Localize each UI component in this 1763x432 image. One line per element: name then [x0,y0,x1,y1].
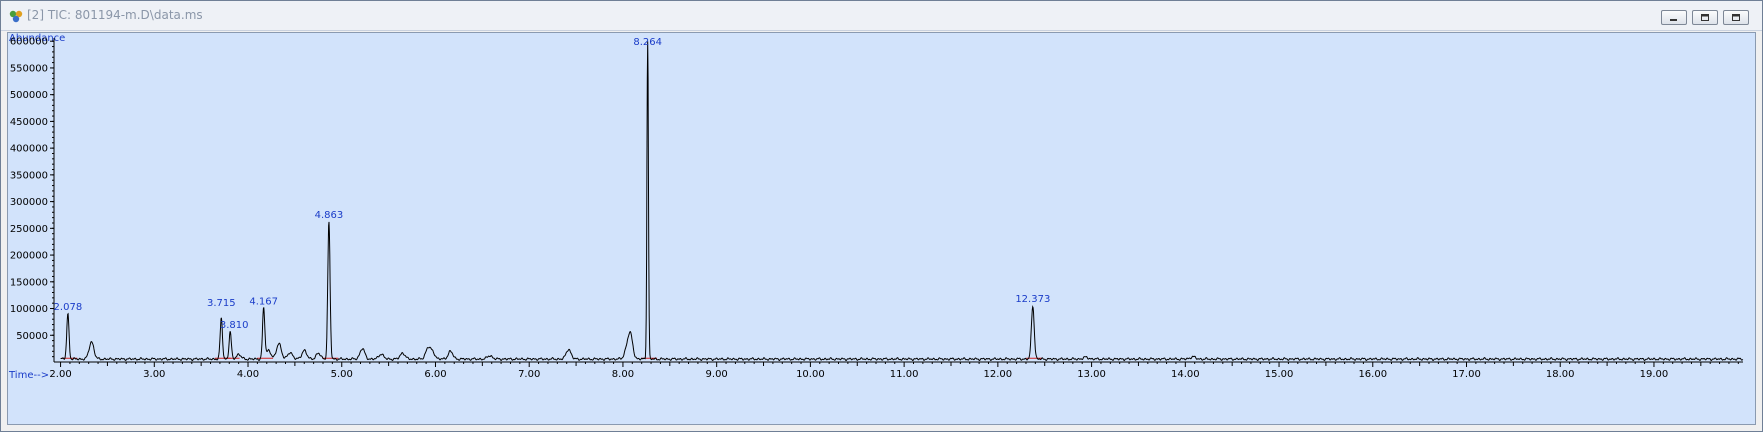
peak-label: 4.863 [315,210,344,221]
y-tick-label: 150000 [10,277,48,288]
chromatogram-window: [2] TIC: 801194-m.D\data.ms Abundance Ti… [0,0,1763,432]
minimize-button[interactable] [1661,10,1687,25]
x-tick-label: 18.00 [1546,369,1575,380]
y-tick-label: 200000 [10,251,48,262]
peak-label: 3.810 [220,320,249,331]
peak-label: 3.715 [207,298,236,309]
app-icon [9,10,23,23]
peak-label: 2.078 [54,302,83,313]
x-tick-label: 7.00 [518,369,540,380]
restore-icon [1701,14,1709,21]
minimize-icon [1670,19,1677,21]
x-tick-label: 2.00 [49,369,71,380]
x-tick-label: 16.00 [1358,369,1387,380]
y-tick-label: 500000 [10,90,48,101]
y-tick-label: 50000 [16,331,48,342]
x-tick-label: 5.00 [331,369,353,380]
x-tick-label: 12.00 [984,369,1013,380]
y-tick-label: 250000 [10,224,48,235]
tic-chromatogram: Abundance Time--> 5000010000015000020000… [8,33,1744,381]
close-button[interactable] [1723,10,1749,25]
window-title: [2] TIC: 801194-m.D\data.ms [27,8,203,22]
restore-button[interactable] [1692,10,1718,25]
y-tick-label: 300000 [10,197,48,208]
peak-label: 8.264 [633,37,662,48]
y-tick-label: 600000 [10,37,48,48]
x-tick-label: 8.00 [612,369,634,380]
x-tick-label: 3.00 [143,369,165,380]
chromatogram-plot-area[interactable]: Abundance Time--> 50000 100000 150000 20000… [7,32,1756,425]
close-icon [1732,14,1740,21]
x-tick-label: 17.00 [1452,369,1481,380]
x-tick-label: 10.00 [796,369,825,380]
y-tick-label: 100000 [10,304,48,315]
x-tick-label: 4.00 [237,369,259,380]
y-tick-label: 550000 [10,63,48,74]
x-tick-label: 9.00 [706,369,728,380]
y-tick-label: 400000 [10,144,48,155]
x-tick-label: 6.00 [424,369,446,380]
tic-trace [60,41,1744,362]
x-tick-label: 14.00 [1171,369,1200,380]
x-tick-label: 15.00 [1265,369,1294,380]
x-tick-label: 11.00 [890,369,919,380]
peak-label: 4.167 [249,297,278,308]
title-bar[interactable]: [2] TIC: 801194-m.D\data.ms [1,1,1762,31]
x-axis-label: Time--> [8,370,49,381]
peak-label: 12.373 [1015,294,1050,305]
x-tick-label: 13.00 [1077,369,1106,380]
y-tick-label: 350000 [10,170,48,181]
x-tick-label: 19.00 [1640,369,1669,380]
y-tick-label: 450000 [10,117,48,128]
